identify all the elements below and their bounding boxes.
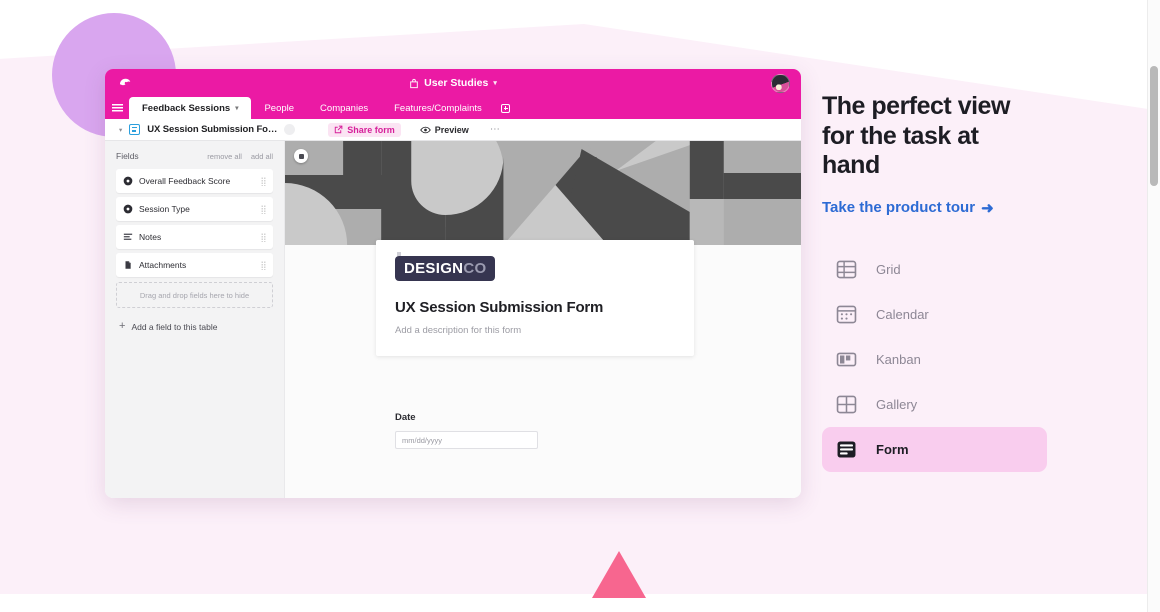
table-tab-bar: Feedback Sessions ▾ People Companies Fea… <box>105 97 801 119</box>
view-item-kanban[interactable]: Kanban <box>822 337 1047 382</box>
tab-feedback-sessions[interactable]: Feedback Sessions ▾ <box>129 97 252 119</box>
base-title[interactable]: User Studies ▾ <box>105 69 801 97</box>
fields-panel-header: Fields remove all add all <box>116 151 273 161</box>
remove-all-link[interactable]: remove all <box>207 152 242 161</box>
view-name[interactable]: UX Session Submission Fo… <box>147 124 277 135</box>
chevron-down-icon[interactable]: ▾ <box>235 104 238 112</box>
view-item-label: Form <box>876 441 909 457</box>
field-label: Notes <box>139 232 162 242</box>
fields-panel: Fields remove all add all Overall Feedba… <box>105 141 285 498</box>
view-item-calendar[interactable]: Calendar <box>822 292 1047 337</box>
lock-icon[interactable] <box>284 124 296 135</box>
date-field-block: Date mm/dd/yyyy <box>395 412 615 449</box>
drag-handle-icon[interactable] <box>261 204 266 214</box>
decorative-pink-triangle <box>592 551 646 598</box>
tab-label: People <box>264 102 295 114</box>
field-label: Attachments <box>139 260 187 270</box>
view-item-form[interactable]: Form <box>822 426 1047 472</box>
date-placeholder: mm/dd/yyyy <box>402 435 443 445</box>
app-window: User Studies ▾ Feedback Sessions ▾ Peopl… <box>105 69 801 498</box>
close-icon[interactable] <box>294 149 308 163</box>
form-title[interactable]: UX Session Submission Form <box>395 299 675 316</box>
share-form-label: Share form <box>347 124 395 135</box>
tab-label: Features/Complaints <box>394 102 482 114</box>
form-cover-image[interactable] <box>285 141 801 245</box>
scrollbar-thumb[interactable] <box>1150 66 1158 186</box>
product-tour-link[interactable]: Take the product tour ➜ <box>822 199 1072 217</box>
page-root: User Studies ▾ Feedback Sessions ▾ Peopl… <box>0 0 1160 612</box>
field-label: Session Type <box>139 204 190 214</box>
tab-companies[interactable]: Companies <box>307 97 381 119</box>
tab-people[interactable]: People <box>251 97 307 119</box>
form-view-icon <box>837 440 856 458</box>
share-icon <box>335 125 343 134</box>
eye-icon <box>420 126 431 133</box>
field-label: Overall Feedback Score <box>139 176 231 186</box>
tab-label: Companies <box>320 102 369 114</box>
drag-handle-icon[interactable] <box>261 260 266 270</box>
add-field-label: Add a field to this table <box>131 321 218 332</box>
hidden-fields-dropzone[interactable]: Drag and drop fields here to hide <box>116 282 273 308</box>
background-white-strip <box>0 594 1160 612</box>
date-input[interactable]: mm/dd/yyyy <box>395 431 538 449</box>
tab-features-complaints[interactable]: Features/Complaints <box>381 97 495 119</box>
grid-view-icon <box>836 260 857 278</box>
abstract-pattern <box>285 141 801 245</box>
logo-primary-text: DESIGN <box>404 260 464 277</box>
add-field-button[interactable]: + Add a field to this table <box>116 321 273 332</box>
bag-icon <box>409 78 419 89</box>
field-row[interactable]: Attachments <box>116 253 273 277</box>
attachment-icon <box>125 261 131 269</box>
field-row[interactable]: Overall Feedback Score <box>116 169 273 193</box>
view-item-gallery[interactable]: Gallery <box>822 382 1047 427</box>
share-form-button[interactable]: Share form <box>328 122 401 137</box>
view-item-label: Gallery <box>876 396 918 412</box>
form-description[interactable]: Add a description for this form <box>395 325 675 336</box>
long-text-icon <box>123 233 133 240</box>
calendar-view-icon <box>836 305 857 323</box>
base-title-text: User Studies <box>424 77 489 89</box>
tab-label: Feedback Sessions <box>142 102 231 114</box>
more-options-button[interactable]: ⋯ <box>490 124 501 135</box>
logo-secondary-text: CO <box>463 260 487 277</box>
preview-button[interactable]: Preview <box>420 125 469 135</box>
form-logo[interactable]: DESIGN CO <box>395 252 496 281</box>
gallery-view-icon <box>836 395 857 413</box>
form-preview-area: DESIGN CO UX Session Submission Form Add… <box>285 141 801 498</box>
drag-handle-icon[interactable] <box>261 176 266 186</box>
single-select-icon <box>123 204 133 214</box>
preview-label: Preview <box>434 124 469 135</box>
view-type-list: Grid Calendar Kanban Gallery Form <box>822 247 1047 472</box>
product-tour-label: Take the product tour <box>822 199 976 216</box>
kanban-view-icon <box>836 352 857 366</box>
view-item-label: Grid <box>876 261 901 277</box>
hamburger-menu-icon[interactable] <box>105 97 129 119</box>
chevron-down-icon[interactable]: ▾ <box>119 126 122 134</box>
avatar[interactable] <box>771 74 790 93</box>
view-item-label: Calendar <box>876 306 929 322</box>
single-select-icon <box>123 176 133 186</box>
app-body: Fields remove all add all Overall Feedba… <box>105 141 801 498</box>
view-toolbar: ▾ UX Session Submission Fo… Share form P… <box>105 119 801 141</box>
form-card: DESIGN CO UX Session Submission Form Add… <box>376 240 694 356</box>
add-table-icon[interactable] <box>495 97 517 119</box>
right-rail: The perfect view for the task at hand Ta… <box>822 92 1072 472</box>
app-topbar: User Studies ▾ <box>105 69 801 97</box>
field-row[interactable]: Session Type <box>116 197 273 221</box>
add-all-link[interactable]: add all <box>251 152 273 161</box>
view-item-grid[interactable]: Grid <box>822 247 1047 292</box>
page-title: The perfect view for the task at hand <box>822 92 1010 179</box>
chevron-down-icon[interactable]: ▾ <box>493 79 497 87</box>
fields-panel-title: Fields <box>116 151 139 161</box>
browser-scrollbar[interactable] <box>1147 0 1160 612</box>
drag-handle-icon[interactable] <box>261 232 266 242</box>
date-field-label: Date <box>395 412 416 423</box>
field-row[interactable]: Notes <box>116 225 273 249</box>
form-view-icon <box>129 124 141 135</box>
plus-icon: + <box>119 320 126 332</box>
view-item-label: Kanban <box>876 351 921 367</box>
arrow-right-icon: ➜ <box>981 199 994 217</box>
dropzone-label: Drag and drop fields here to hide <box>139 290 250 300</box>
